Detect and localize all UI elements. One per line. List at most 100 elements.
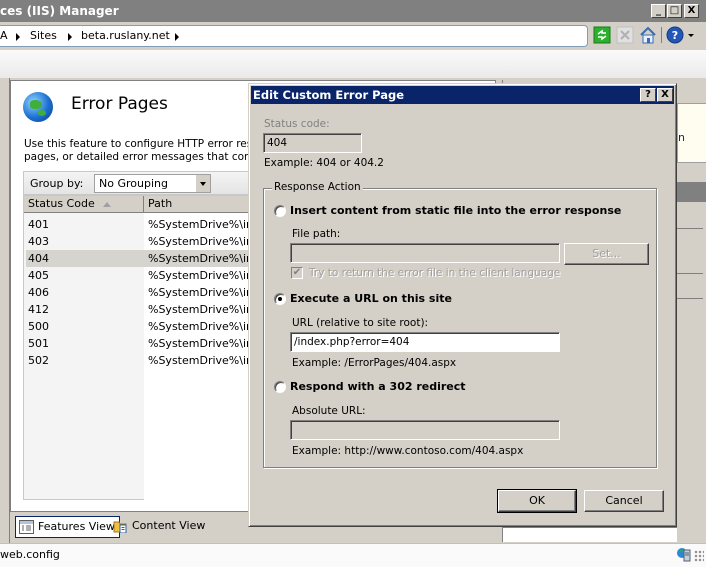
status-bar: web.config xyxy=(0,543,706,567)
path-cell: %SystemDrive%\ine xyxy=(148,269,260,282)
absolute-url-field[interactable] xyxy=(290,420,560,440)
status-code-field[interactable]: 404 xyxy=(263,133,362,153)
status-code-cell: 405 xyxy=(28,269,49,282)
svg-text:?: ? xyxy=(672,29,678,42)
response-action-legend: Response Action xyxy=(272,181,363,193)
stop-icon[interactable] xyxy=(616,26,634,44)
column-header-status-code[interactable]: Status Code xyxy=(24,196,144,212)
group-by-select[interactable]: No Grouping xyxy=(94,174,211,193)
breadcrumb-arrow-icon[interactable] xyxy=(68,33,72,41)
globe-icon xyxy=(23,92,53,122)
breadcrumb[interactable]: A Sites beta.ruslany.net xyxy=(0,25,588,47)
breadcrumb-item-site[interactable]: beta.ruslany.net xyxy=(81,26,170,46)
status-code-cell: 406 xyxy=(28,286,49,299)
client-language-label: Try to return the error file in the clie… xyxy=(309,267,561,279)
path-cell: %SystemDrive%\ine xyxy=(148,218,260,231)
home-icon[interactable] xyxy=(639,26,657,44)
status-text: web.config xyxy=(0,548,60,561)
file-path-field[interactable] xyxy=(290,243,560,263)
refresh-icon[interactable] xyxy=(593,26,611,44)
actions-pane-bottom xyxy=(503,527,677,542)
client-language-checkbox[interactable]: ✔ xyxy=(291,267,303,279)
content-view-tab[interactable]: Content View xyxy=(110,516,209,538)
window-title: ces (IIS) Manager xyxy=(0,4,119,18)
edit-custom-error-page-dialog: Edit Custom Error Page ? X Status code: … xyxy=(248,83,677,527)
dialog-titlebar: Edit Custom Error Page ? X xyxy=(251,86,674,104)
checkmark-icon: ✔ xyxy=(292,267,302,278)
response-action-group: Response Action Insert content from stat… xyxy=(263,181,657,468)
breadcrumb-item-server[interactable]: A xyxy=(0,26,8,46)
server-network-icon xyxy=(677,548,691,562)
description-line: Use this feature to configure HTTP error… xyxy=(24,138,266,150)
toolbar-separator xyxy=(661,27,662,43)
ok-button[interactable]: OK xyxy=(497,489,577,513)
path-cell: %SystemDrive%\ine xyxy=(148,303,260,316)
resize-grip[interactable] xyxy=(694,550,704,562)
status-code-cell: 403 xyxy=(28,235,49,248)
column-header-label: Path xyxy=(148,197,173,210)
absolute-url-label: Absolute URL: xyxy=(292,405,366,417)
breadcrumb-item-sites[interactable]: Sites xyxy=(30,26,57,46)
path-cell: %SystemDrive%\ine xyxy=(148,320,260,333)
static-file-radio[interactable] xyxy=(274,205,286,217)
path-cell: %SystemDrive%\ine xyxy=(148,354,260,367)
dialog-close-button[interactable]: X xyxy=(657,88,673,102)
actions-divider xyxy=(677,298,703,299)
minimize-button[interactable]: _ xyxy=(651,4,666,18)
features-view-icon xyxy=(19,520,34,534)
status-code-cell: 501 xyxy=(28,337,49,350)
help-icon[interactable]: ? xyxy=(666,26,684,44)
chevron-down-icon[interactable] xyxy=(196,175,210,192)
path-cell: %SystemDrive%\ine xyxy=(148,252,260,265)
actions-divider xyxy=(677,273,703,274)
file-path-label: File path: xyxy=(292,228,341,240)
group-by-label: Group by: xyxy=(30,177,84,190)
features-view-tab[interactable]: Features View xyxy=(15,516,120,538)
actions-section-header xyxy=(677,182,706,202)
dialog-help-button[interactable]: ? xyxy=(640,88,656,102)
absolute-url-example: Example: http://www.contoso.com/404.aspx xyxy=(292,445,524,457)
status-code-cell: 404 xyxy=(28,252,49,265)
breadcrumb-arrow-icon[interactable] xyxy=(175,33,179,41)
breadcrumb-arrow-icon[interactable] xyxy=(16,33,20,41)
help-dropdown-icon[interactable] xyxy=(688,34,694,37)
page-title: Error Pages xyxy=(71,94,168,114)
set-button[interactable]: Set... xyxy=(564,243,649,265)
dialog-title: Edit Custom Error Page xyxy=(253,88,405,102)
content-view-icon xyxy=(113,521,127,533)
window-titlebar: ces (IIS) Manager _ □ X xyxy=(0,0,706,22)
column-header-label: Status Code xyxy=(28,197,95,210)
address-bar: A Sites beta.ruslany.net ? xyxy=(0,22,706,50)
execute-url-radio[interactable] xyxy=(274,293,286,305)
path-cell: %SystemDrive%\ine xyxy=(148,235,260,248)
group-by-value: No Grouping xyxy=(99,177,168,190)
redirect-option-label[interactable]: Respond with a 302 redirect xyxy=(290,380,466,393)
description-line: pages, or detailed error messages that c… xyxy=(24,151,269,163)
execute-url-option-label[interactable]: Execute a URL on this site xyxy=(290,292,452,305)
url-example: Example: /ErrorPages/404.aspx xyxy=(292,357,457,369)
features-view-label: Features View xyxy=(38,520,115,533)
url-field[interactable]: /index.php?error=404 xyxy=(290,332,560,352)
feature-header-strip xyxy=(0,50,706,78)
cancel-button[interactable]: Cancel xyxy=(584,490,664,512)
maximize-button[interactable]: □ xyxy=(667,4,682,18)
status-code-cell: 502 xyxy=(28,354,49,367)
content-view-label: Content View xyxy=(132,519,206,532)
redirect-radio[interactable] xyxy=(274,381,286,393)
sort-ascending-icon xyxy=(102,201,111,207)
static-file-option-label[interactable]: Insert content from static file into the… xyxy=(290,204,621,217)
status-code-example: Example: 404 or 404.2 xyxy=(264,157,384,169)
path-cell: %SystemDrive%\ine xyxy=(148,337,260,350)
status-code-cell: 412 xyxy=(28,303,49,316)
actions-divider xyxy=(677,228,703,229)
url-label: URL (relative to site root): xyxy=(292,317,429,329)
status-code-label: Status code: xyxy=(264,118,330,130)
actions-alert-box: n xyxy=(677,103,706,163)
actions-alert-text: n xyxy=(678,131,685,144)
path-cell: %SystemDrive%\ine xyxy=(148,286,260,299)
close-window-button[interactable]: X xyxy=(684,4,699,18)
status-code-cell: 500 xyxy=(28,320,49,333)
connections-pane xyxy=(0,78,10,543)
status-code-cell: 401 xyxy=(28,218,49,231)
feature-description: Use this feature to configure HTTP error… xyxy=(24,138,268,164)
